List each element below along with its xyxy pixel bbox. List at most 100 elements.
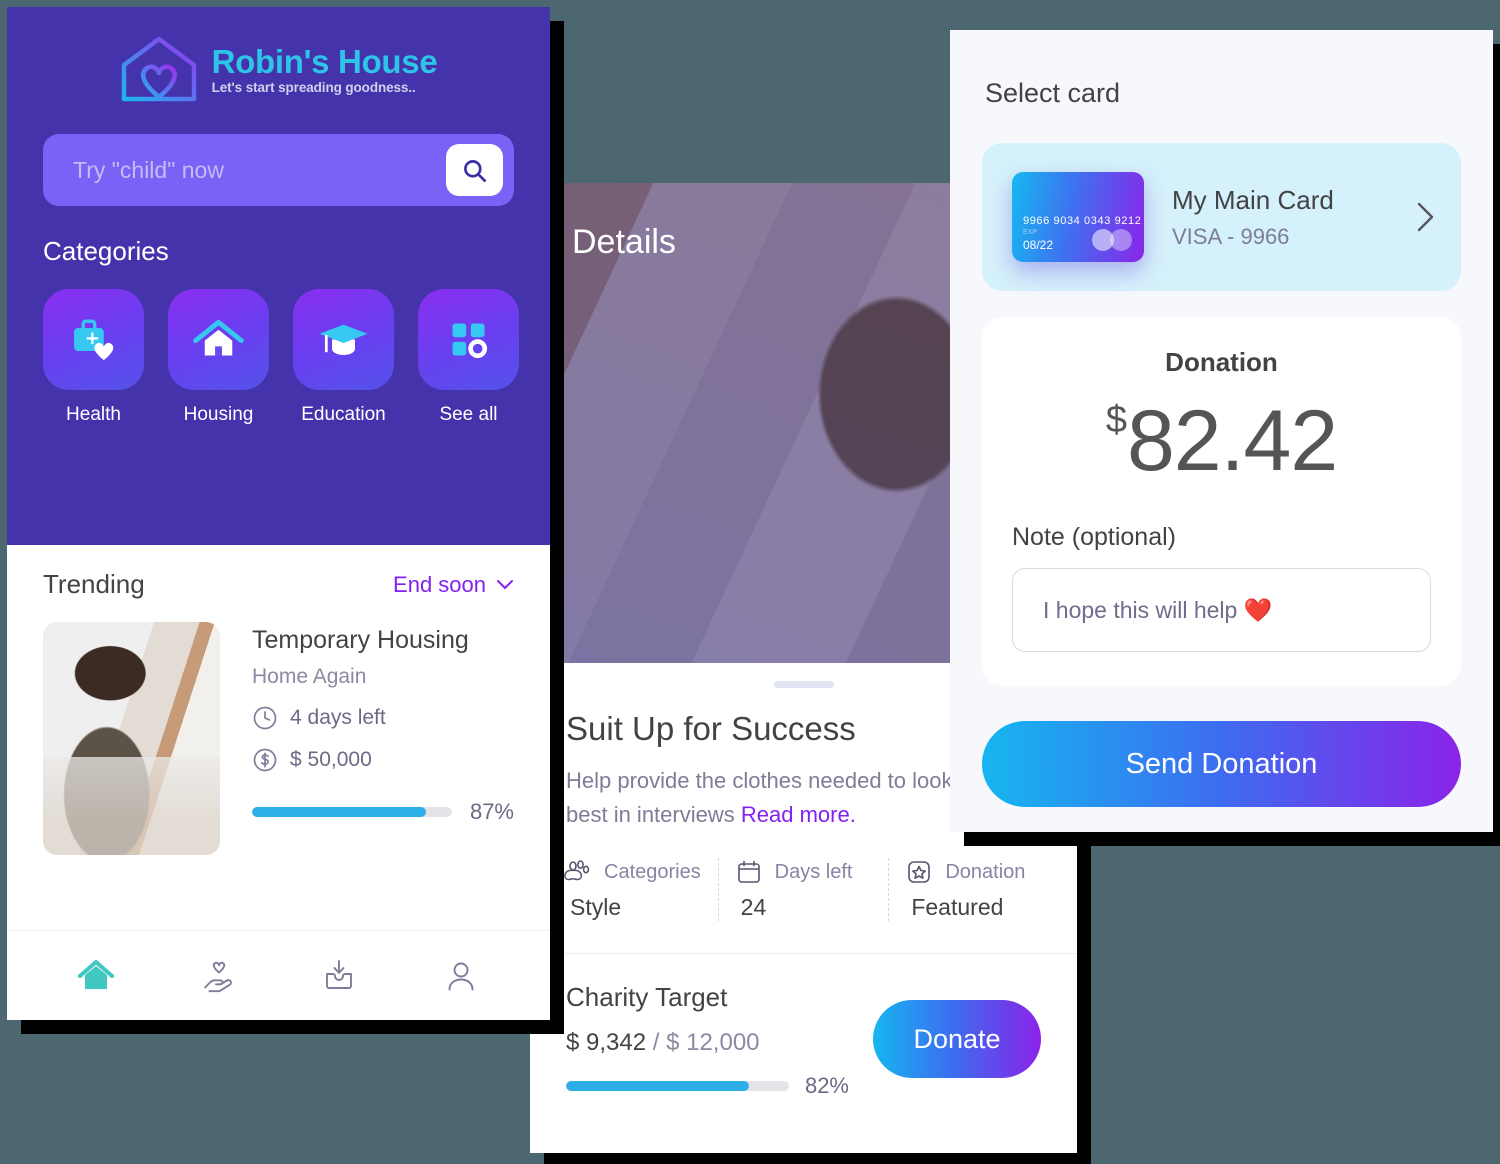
stat-value: Featured: [911, 894, 1004, 921]
home-icon[interactable]: [76, 956, 116, 996]
days-left-text: 4 days left: [290, 706, 386, 729]
donation-box: Donation $82.42 Note (optional) I hope t…: [982, 317, 1461, 686]
grid-icon: [452, 323, 488, 359]
hand-heart-icon[interactable]: [198, 956, 238, 996]
amount-value: 82.42: [1126, 393, 1338, 489]
card-name: My Main Card: [1172, 184, 1334, 215]
category-education[interactable]: Education: [293, 289, 394, 426]
selected-card-row[interactable]: 9966 9034 0343 9212 EXP 08/22 My Main Ca…: [982, 143, 1461, 291]
bottom-tab-bar: [7, 930, 550, 1020]
trending-filter-dropdown[interactable]: End soon: [393, 572, 514, 598]
progress-track: [566, 1081, 789, 1092]
category-label: Housing: [183, 404, 254, 425]
search-button[interactable]: [446, 144, 503, 196]
category-health[interactable]: Health: [43, 289, 144, 426]
campaign-org: Home Again: [252, 665, 367, 688]
house-heart-logo-icon: [121, 36, 196, 102]
category-tile: [43, 289, 144, 390]
calendar-icon: [737, 860, 760, 883]
chevron-down-icon: [497, 580, 513, 590]
progress-fill: [566, 1081, 749, 1092]
note-label: Note (optional): [1012, 523, 1176, 551]
stat-label: Days left: [774, 860, 853, 883]
brand-logo: Robin's House Let's start spreading good…: [43, 7, 514, 105]
amount-text: $ 50,000: [290, 748, 372, 771]
stat-header: Categories: [564, 858, 702, 886]
campaign-days-left: 4 days left: [252, 705, 514, 731]
progress-track: [252, 807, 452, 817]
campaign-amount: $ 50,000: [252, 747, 514, 773]
stat-label: Donation: [945, 860, 1026, 883]
goal-amount: $ 12,000: [666, 1029, 760, 1057]
brand-tagline: Let's start spreading goodness..: [211, 80, 416, 96]
trending-item[interactable]: Temporary Housing Home Again 4 days left: [43, 622, 514, 855]
stat-header: Donation: [905, 858, 1043, 886]
credit-card-visual: 9966 9034 0343 9212 EXP 08/22: [1012, 172, 1144, 262]
category-list: Health Housing Education See all: [43, 289, 519, 426]
amount-separator: /: [652, 1029, 660, 1057]
category-housing[interactable]: Housing: [168, 289, 269, 426]
mastercard-logo-icon: [1092, 229, 1132, 251]
stat-label: Categories: [604, 860, 701, 883]
stat-donation: Donation Featured: [888, 858, 1059, 922]
star-badge-icon: [908, 861, 931, 883]
card-meta: My Main Card VISA - 9966: [1172, 185, 1387, 250]
person-icon[interactable]: [441, 956, 481, 996]
currency-symbol: $: [1105, 399, 1127, 441]
categories-title: Categories: [43, 236, 169, 266]
campaign-name: Temporary Housing: [252, 626, 469, 654]
card-expiry: 08/22: [1023, 238, 1054, 252]
charity-target-section: Charity Target $ 9,342 / $ 12,000 82% Do…: [530, 953, 1077, 1099]
send-donation-button[interactable]: Send Donation: [982, 721, 1461, 807]
details-header-title: Details: [572, 223, 676, 261]
category-label: Education: [301, 404, 386, 425]
trending-filter-label: End soon: [393, 571, 486, 597]
campaign-info: Temporary Housing Home Again 4 days left: [252, 622, 514, 855]
stat-header: Days left: [735, 858, 873, 886]
stat-value: Style: [570, 894, 622, 921]
charity-target-amounts: $ 9,342 / $ 12,000: [566, 1029, 849, 1057]
graduation-cap-icon: [319, 324, 368, 355]
charity-target-info: Charity Target $ 9,342 / $ 12,000 82%: [566, 982, 849, 1099]
campaign-progress: 87%: [252, 799, 514, 825]
note-input[interactable]: I hope this will help ❤️: [1012, 568, 1431, 652]
sheet-drag-handle[interactable]: [773, 681, 834, 688]
medical-kit-heart-icon: [74, 319, 114, 361]
stat-value: 24: [740, 894, 767, 921]
stat-categories: Categories Style: [548, 858, 718, 921]
card-subtitle: VISA - 9966: [1172, 223, 1290, 249]
category-tile: [293, 289, 394, 390]
category-label: See all: [439, 404, 498, 425]
inbox-download-icon[interactable]: [319, 956, 359, 996]
home-header: Robin's House Let's start spreading good…: [7, 7, 550, 545]
card-number: 9966 9034 0343 9212: [1023, 215, 1142, 227]
trending-title: Trending: [43, 569, 145, 599]
search-bar[interactable]: Try "child" now: [43, 134, 514, 206]
dollar-circle-icon: [253, 748, 277, 772]
category-see-all[interactable]: See all: [418, 289, 519, 426]
charity-target-title: Charity Target: [566, 982, 728, 1013]
search-icon: [464, 159, 486, 182]
screenshot-stage: Robin's House Let's start spreading good…: [0, 0, 1500, 1164]
paw-icon: [564, 860, 590, 881]
charity-progress: 82%: [566, 1073, 849, 1099]
stat-days-left: Days left 24: [717, 858, 889, 922]
read-more-link[interactable]: Read more.: [741, 802, 856, 827]
chevron-right-icon[interactable]: [1415, 201, 1435, 233]
progress-label: 82%: [804, 1073, 849, 1099]
raised-amount: $ 9,342: [566, 1029, 647, 1057]
home-screen: Robin's House Let's start spreading good…: [7, 7, 550, 1020]
brand-title: Robin's House: [211, 42, 438, 80]
search-input[interactable]: Try "child" now: [73, 157, 446, 184]
progress-label: 87%: [469, 799, 514, 824]
donation-label: Donation: [1165, 347, 1278, 377]
donation-amount[interactable]: $82.42: [1012, 392, 1431, 491]
category-tile: [418, 289, 519, 390]
category-tile: [168, 289, 269, 390]
clock-icon: [253, 706, 277, 730]
trending-header: Trending End soon: [43, 569, 514, 600]
donate-button[interactable]: Donate: [873, 1000, 1041, 1079]
campaign-thumbnail: [43, 622, 220, 855]
progress-fill: [252, 807, 426, 817]
category-label: Health: [66, 404, 121, 425]
